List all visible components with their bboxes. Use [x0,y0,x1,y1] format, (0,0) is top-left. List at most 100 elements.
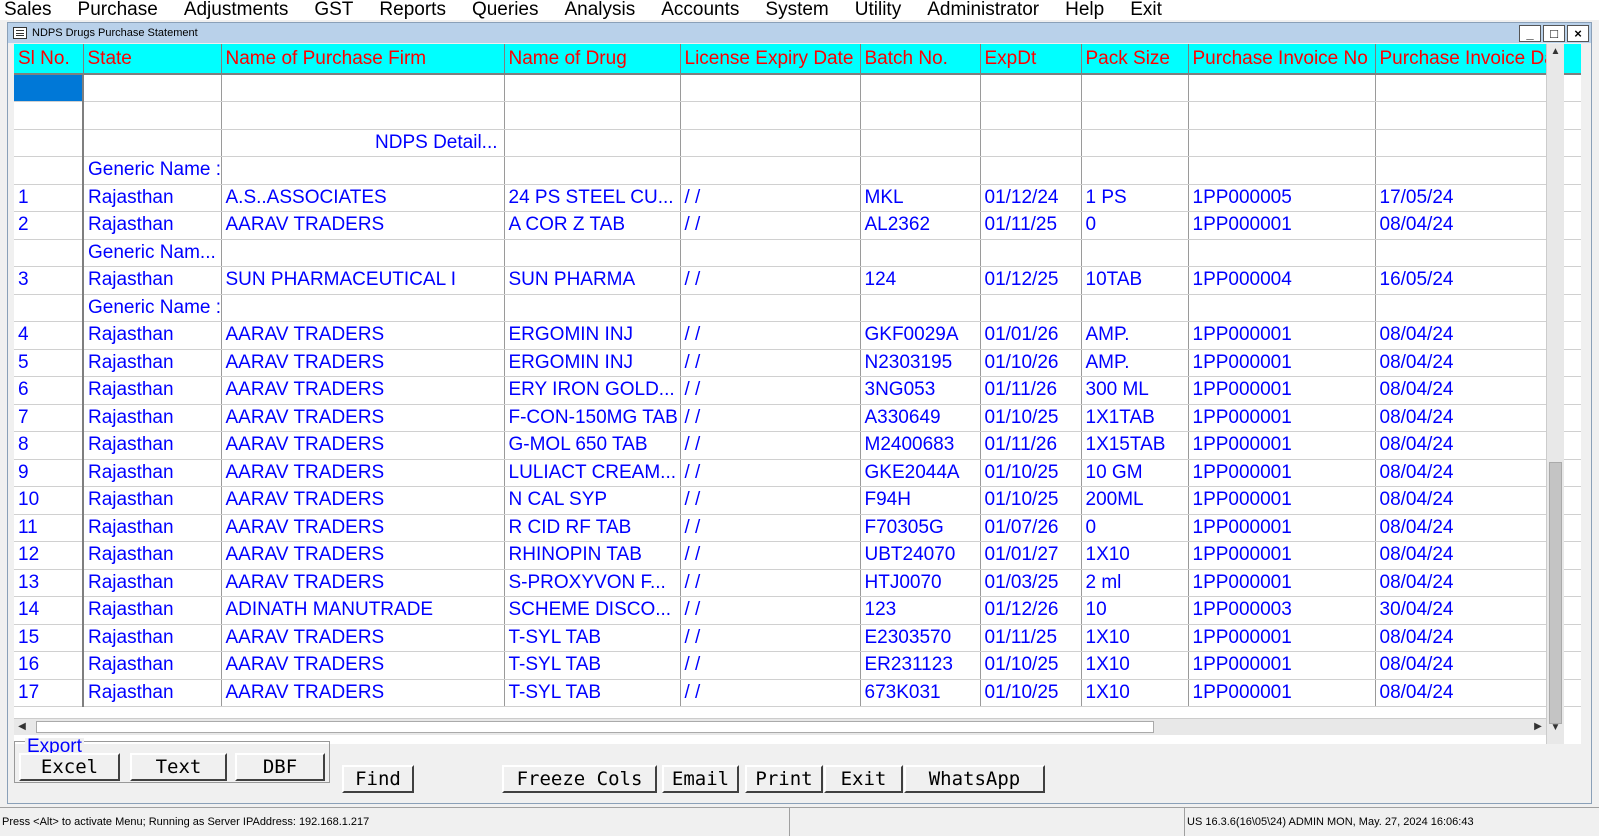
grid-cell[interactable]: N2303195 [860,349,981,377]
grid-cell[interactable]: 01/11/26 [980,431,1082,460]
grid-cell[interactable] [504,239,681,267]
find-button[interactable]: Find [342,765,414,793]
grid-cell[interactable]: AARAV TRADERS [221,349,505,377]
grid-cell[interactable]: / / [680,431,861,460]
grid-cell[interactable]: 4 [14,321,84,350]
grid-cell[interactable]: 10 [1081,596,1189,625]
grid-cell[interactable]: T-SYL TAB [504,679,681,707]
grid-cell[interactable]: T-SYL TAB [504,651,681,680]
print-button[interactable]: Print [745,765,823,793]
grid-cell[interactable]: 15 [14,624,84,652]
grid-cell[interactable]: Rajasthan [83,459,222,487]
grid-cell[interactable]: Rajasthan [83,211,222,240]
grid-cell[interactable]: AARAV TRADERS [221,321,505,350]
grid-cell[interactable]: 1PP000005 [1188,184,1376,212]
data-grid[interactable]: Sl No. State Name of Purchase Firm Name of … [14,44,1581,744]
table-row[interactable]: 16 Rajasthan AARAV TRADERS T-SYL TAB / / ER2… [14,651,1581,680]
grid-cell[interactable]: / / [680,624,861,652]
grid-cell[interactable] [1188,239,1376,267]
grid-cell[interactable]: ERY IRON GOLD... [504,376,681,405]
grid-cell[interactable] [221,294,505,322]
grid-cell[interactable] [83,129,222,157]
grid-cell[interactable]: 1PP000001 [1188,569,1376,597]
menu-adjustments[interactable]: Adjustments [180,0,289,20]
grid-cell[interactable] [680,74,861,102]
grid-cell[interactable]: / / [680,569,861,597]
grid-cell[interactable] [504,156,681,185]
grid-cell[interactable]: 1PP000004 [1188,266,1376,295]
grid-cell[interactable]: 01/11/25 [980,211,1082,240]
dbf-button[interactable]: DBF [235,753,325,781]
grid-cell[interactable]: 01/07/26 [980,514,1082,542]
grid-cell[interactable] [14,156,84,185]
grid-cell[interactable]: 10 [14,486,84,515]
grid-cell[interactable]: Rajasthan [83,569,222,597]
grid-cell[interactable]: 1PP000001 [1188,541,1376,570]
scroll-left-arrow-icon[interactable]: ◀ [14,719,30,735]
grid-cell[interactable] [504,294,681,322]
grid-cell[interactable] [860,129,981,157]
grid-cell[interactable]: Rajasthan [83,321,222,350]
grid-cell[interactable]: UBT24070 [860,541,981,570]
table-row[interactable]: 12 Rajasthan AARAV TRADERS RHINOPIN TAB / /… [14,541,1581,570]
grid-cell[interactable]: 01/03/25 [980,569,1082,597]
horizontal-scrollbar[interactable]: ◀ ▶ [14,718,1546,735]
grid-cell[interactable]: 1PP000003 [1188,596,1376,625]
table-row[interactable]: 5 Rajasthan AARAV TRADERS ERGOMIN INJ / / N2… [14,349,1581,377]
freeze-cols-button[interactable]: Freeze Cols [502,765,657,793]
menu-queries[interactable]: Queries [468,0,539,20]
grid-cell[interactable]: Generic Name : [83,156,222,185]
grid-cell[interactable]: Rajasthan [83,349,222,377]
grid-cell[interactable]: 1X10 [1081,651,1189,680]
grid-cell[interactable]: / / [680,404,861,432]
grid-cell[interactable]: S-PROXYVON F... [504,569,681,597]
grid-cell[interactable] [680,294,861,322]
text-button[interactable]: Text [130,753,227,781]
table-row[interactable]: NDPS Detail... [14,129,1581,157]
grid-cell[interactable] [1081,129,1189,157]
grid-cell[interactable]: GKF0029A [860,321,981,350]
grid-cell[interactable] [221,239,505,267]
grid-cell[interactable] [860,239,981,267]
table-row[interactable]: 15 Rajasthan AARAV TRADERS T-SYL TAB / / E23… [14,624,1581,652]
grid-cell[interactable]: ERGOMIN INJ [504,349,681,377]
grid-cell[interactable]: 1PP000001 [1188,404,1376,432]
grid-cell[interactable]: SCHEME DISCO... [504,596,681,625]
grid-cell[interactable]: / / [680,596,861,625]
menu-exit[interactable]: Exit [1126,0,1162,20]
grid-cell[interactable] [83,74,222,102]
grid-cell[interactable]: A330649 [860,404,981,432]
grid-cell[interactable]: 1X15TAB [1081,431,1189,460]
grid-cell[interactable]: 1X10 [1081,541,1189,570]
grid-cell[interactable]: AARAV TRADERS [221,514,505,542]
menu-administrator[interactable]: Administrator [923,0,1039,20]
grid-cell[interactable]: 1X10 [1081,679,1189,707]
grid-cell[interactable]: 01/12/24 [980,184,1082,212]
grid-cell[interactable]: R CID RF TAB [504,514,681,542]
minimize-button[interactable]: _ [1519,25,1541,42]
grid-cell[interactable]: N CAL SYP [504,486,681,515]
grid-cell[interactable]: F-CON-150MG TAB [504,404,681,432]
grid-cell[interactable]: 124 [860,266,981,295]
grid-cell[interactable] [980,74,1082,102]
grid-cell[interactable] [14,294,84,322]
grid-cell[interactable]: 1PP000001 [1188,376,1376,405]
grid-cell[interactable] [1188,74,1376,102]
table-row[interactable]: 10 Rajasthan AARAV TRADERS N CAL SYP / / F94… [14,486,1581,515]
grid-cell[interactable]: 01/10/25 [980,679,1082,707]
grid-cell[interactable] [1081,156,1189,185]
grid-cell[interactable]: 01/12/25 [980,266,1082,295]
menu-utility[interactable]: Utility [851,0,901,20]
grid-cell[interactable]: / / [680,514,861,542]
grid-cell[interactable]: 1X1TAB [1081,404,1189,432]
grid-cell[interactable]: 24 PS STEEL CU... [504,184,681,212]
grid-cell[interactable]: 01/10/26 [980,349,1082,377]
table-row[interactable]: 4 Rajasthan AARAV TRADERS ERGOMIN INJ / / GK… [14,321,1581,350]
grid-cell[interactable]: 01/10/25 [980,486,1082,515]
grid-cell[interactable]: 1X10 [1081,624,1189,652]
grid-cell[interactable]: 7 [14,404,84,432]
grid-cell[interactable]: Rajasthan [83,679,222,707]
column-header-8[interactable]: Purchase Invoice No [1188,44,1376,75]
grid-cell[interactable]: 1PP000001 [1188,321,1376,350]
grid-cell[interactable]: 1 [14,184,84,212]
